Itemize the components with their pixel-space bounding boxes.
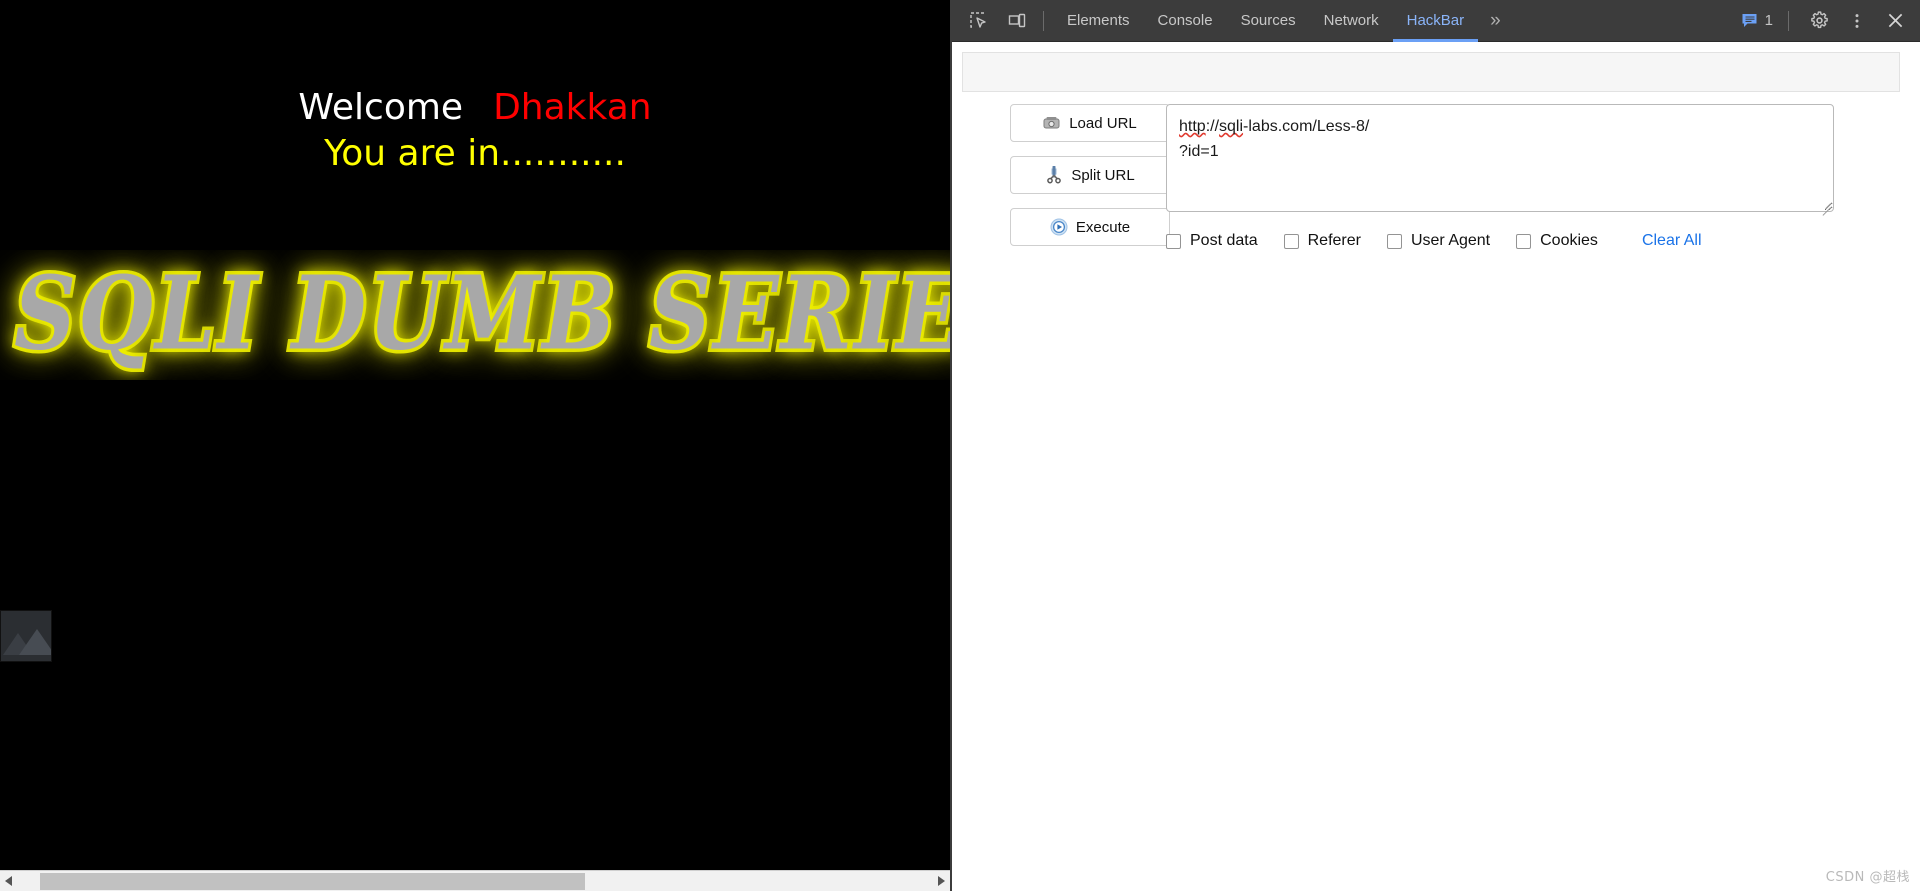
execute-button[interactable]: Execute bbox=[1010, 208, 1170, 246]
console-message-badge[interactable]: 1 bbox=[1741, 12, 1773, 29]
tab-network[interactable]: Network bbox=[1310, 0, 1393, 42]
mountain-icon bbox=[19, 629, 51, 655]
browser-page-viewport: Welcome Dhakkan You are in........... SQL… bbox=[0, 0, 950, 891]
welcome-text: Welcome bbox=[298, 87, 464, 128]
welcome-heading: Welcome Dhakkan bbox=[0, 88, 950, 127]
inspect-element-icon[interactable] bbox=[962, 4, 996, 38]
checkbox-box[interactable] bbox=[1166, 233, 1181, 249]
cookies-checkbox[interactable]: Cookies bbox=[1516, 232, 1598, 250]
status-line: You are in........... bbox=[324, 132, 626, 174]
tab-sources[interactable]: Sources bbox=[1227, 0, 1310, 42]
close-icon-glyph bbox=[1888, 13, 1902, 28]
checkbox-box[interactable] bbox=[1386, 233, 1402, 249]
post-data-checkbox[interactable]: Post data bbox=[1166, 232, 1258, 250]
post-data-label: Post data bbox=[1190, 232, 1258, 249]
hackbar-options-row: Post data Referer User Agent Cookies Cle… bbox=[1166, 232, 1866, 250]
device-toolbar-icon-glyph bbox=[1008, 13, 1026, 27]
panel-divider[interactable] bbox=[950, 0, 952, 891]
referer-label: Referer bbox=[1307, 232, 1361, 249]
csdn-watermark: CSDN @超栈 bbox=[1825, 870, 1910, 885]
gear-icon[interactable] bbox=[1802, 4, 1836, 38]
hackbar-panel: Load URL Split URL Execute http://sqli-l… bbox=[952, 42, 1920, 891]
url-input[interactable]: http://sqli-labs.com/Less-8/ ?id=1 bbox=[1166, 104, 1834, 212]
url-host-part: sqli bbox=[1219, 118, 1244, 135]
split-url-button[interactable]: Split URL bbox=[1010, 156, 1170, 194]
url-scheme: http bbox=[1179, 118, 1206, 135]
devtools-panel: Elements Console Sources Network HackBar… bbox=[952, 0, 1920, 891]
gear-icon-glyph bbox=[1810, 11, 1828, 29]
split-url-icon-glyph bbox=[1047, 166, 1062, 184]
user-agent-label: User Agent bbox=[1410, 232, 1491, 249]
device-toolbar-icon[interactable] bbox=[1000, 4, 1034, 38]
welcome-username: Dhakkan bbox=[493, 87, 652, 128]
execute-label: Execute bbox=[1075, 218, 1131, 236]
console-message-count: 1 bbox=[1764, 12, 1773, 29]
load-url-label: Load URL bbox=[1069, 114, 1137, 132]
tab-console[interactable]: Console bbox=[1144, 0, 1227, 42]
checkbox-box[interactable] bbox=[1283, 233, 1299, 249]
more-tabs-icon[interactable]: » bbox=[1478, 0, 1513, 42]
close-icon[interactable] bbox=[1878, 4, 1912, 38]
cookies-label: Cookies bbox=[1540, 232, 1598, 249]
url-sep: :// bbox=[1205, 118, 1220, 135]
devtools-toolbar: Elements Console Sources Network HackBar… bbox=[952, 0, 1920, 42]
screenshot-root: Welcome Dhakkan You are in........... SQL… bbox=[0, 0, 1920, 891]
hackbar-topbar[interactable] bbox=[962, 52, 1900, 92]
tab-elements[interactable]: Elements bbox=[1053, 0, 1144, 42]
console-message-icon bbox=[1742, 14, 1757, 27]
hackbar-action-buttons: Load URL Split URL Execute bbox=[1010, 104, 1170, 260]
scroll-left-arrow[interactable] bbox=[0, 871, 17, 891]
load-url-icon-glyph bbox=[1043, 116, 1060, 128]
url-query: ?id=1 bbox=[1179, 142, 1219, 160]
user-agent-checkbox[interactable]: User Agent bbox=[1386, 232, 1491, 250]
execute-icon bbox=[1050, 218, 1068, 236]
sqli-labs-page: Welcome Dhakkan You are in........... SQL… bbox=[0, 0, 950, 870]
toolbar-divider bbox=[1043, 10, 1044, 31]
referer-checkbox[interactable]: Referer bbox=[1283, 232, 1361, 250]
broken-image-placeholder bbox=[0, 610, 52, 662]
kebab-menu-icon-glyph bbox=[1855, 13, 1859, 28]
url-path: -labs.com/Less-8/ bbox=[1243, 118, 1370, 135]
inspect-element-icon-glyph bbox=[970, 11, 986, 28]
sqli-banner: SQLI DUMB SERIES bbox=[0, 250, 950, 380]
toolbar-divider bbox=[1788, 10, 1789, 31]
scrollbar-thumb[interactable] bbox=[40, 873, 585, 890]
horizontal-scrollbar[interactable] bbox=[0, 870, 950, 891]
kebab-menu-icon[interactable] bbox=[1840, 4, 1874, 38]
scroll-right-arrow[interactable] bbox=[933, 871, 950, 891]
devtools-toolbar-right: 1 bbox=[1741, 4, 1920, 38]
url-field-wrapper: http://sqli-labs.com/Less-8/ ?id=1 bbox=[1166, 104, 1834, 216]
execute-icon-glyph bbox=[1050, 218, 1068, 236]
split-url-label: Split URL bbox=[1071, 166, 1135, 184]
load-url-icon bbox=[1043, 114, 1061, 132]
clear-all-link[interactable]: Clear All bbox=[1642, 232, 1702, 250]
checkbox-box[interactable] bbox=[1516, 233, 1532, 249]
split-url-icon bbox=[1045, 166, 1063, 184]
sqli-banner-text: SQLI DUMB SERIES bbox=[11, 250, 950, 376]
tab-hackbar[interactable]: HackBar bbox=[1392, 0, 1479, 42]
load-url-button[interactable]: Load URL bbox=[1010, 104, 1170, 142]
